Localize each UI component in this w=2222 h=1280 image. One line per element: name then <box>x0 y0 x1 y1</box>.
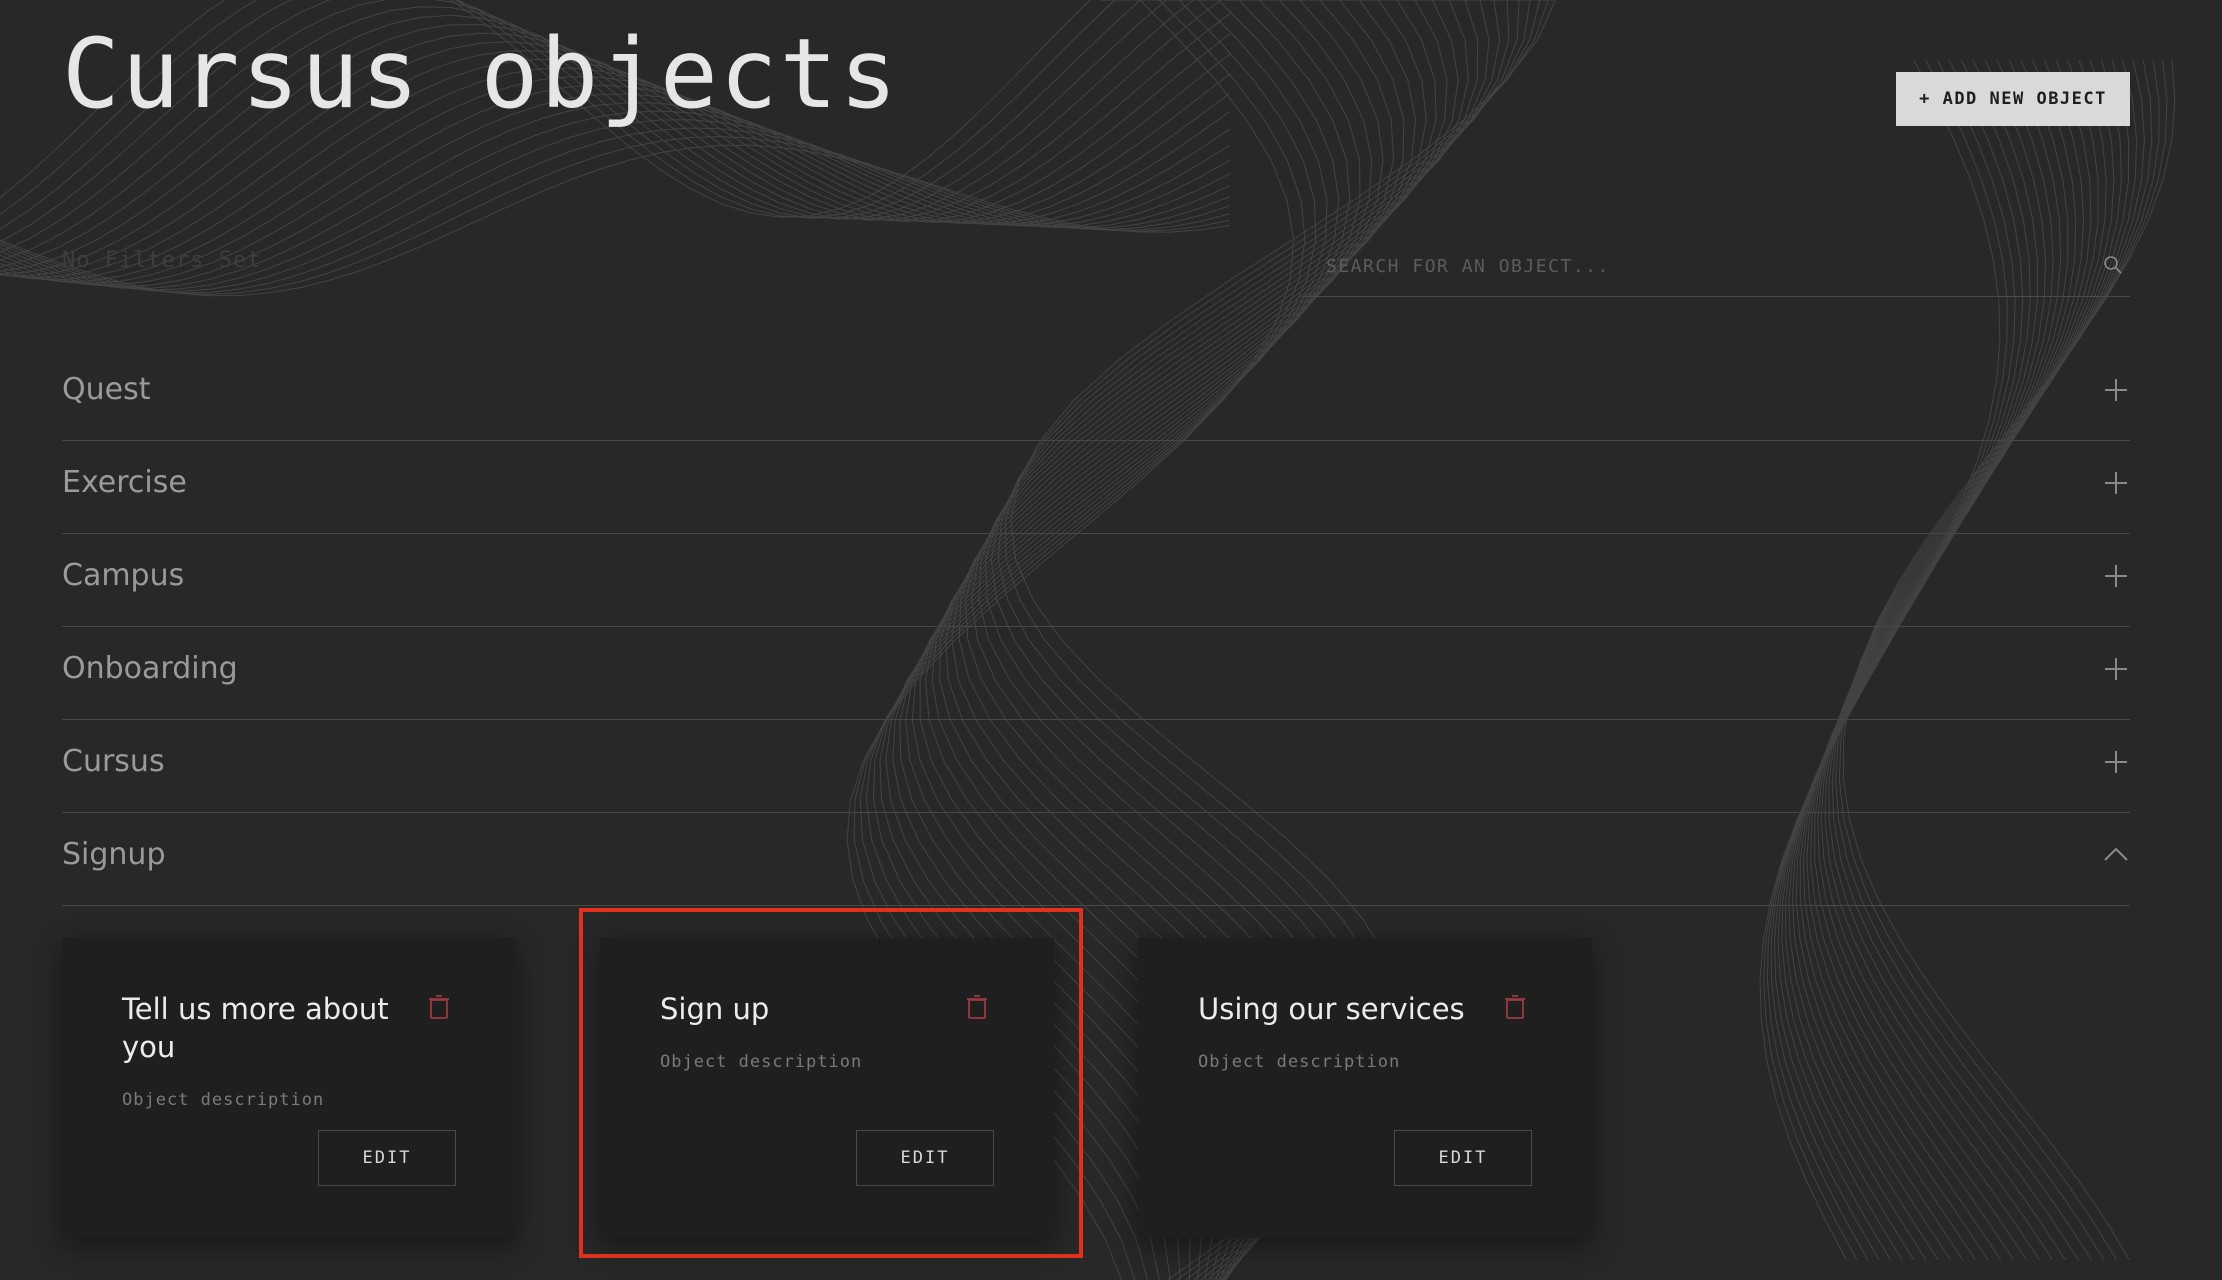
edit-button[interactable]: EDIT <box>318 1130 456 1186</box>
accordion-label: Onboarding <box>62 651 238 686</box>
accordion-item-onboarding[interactable]: Onboarding <box>62 627 2130 720</box>
page-title: Cursus objects <box>62 18 900 130</box>
accordion-label: Signup <box>62 837 166 872</box>
plus-icon[interactable] <box>2102 655 2130 683</box>
plus-icon[interactable] <box>2102 562 2130 590</box>
search-icon[interactable] <box>2102 254 2124 276</box>
trash-icon[interactable] <box>428 994 450 1020</box>
card-title: Using our services <box>1198 992 1465 1026</box>
accordion-label: Quest <box>62 372 151 407</box>
card-title: Tell us more about you <box>122 992 389 1064</box>
plus-icon[interactable] <box>2102 748 2130 776</box>
search-bar <box>1302 236 2130 297</box>
search-input[interactable] <box>1324 250 2048 282</box>
card-description: Object description <box>660 1052 863 1072</box>
accordion-item-campus[interactable]: Campus <box>62 534 2130 627</box>
trash-icon[interactable] <box>966 994 988 1020</box>
object-card: Using our services Object description ED… <box>1138 938 1592 1238</box>
object-card: Tell us more about you Object descriptio… <box>62 938 516 1238</box>
accordion-label: Exercise <box>62 465 187 500</box>
accordion-item-cursus[interactable]: Cursus <box>62 720 2130 813</box>
plus-icon[interactable] <box>2102 376 2130 404</box>
accordion-item-exercise[interactable]: Exercise <box>62 441 2130 534</box>
chevron-up-icon[interactable] <box>2102 841 2130 869</box>
card-title: Sign up <box>660 992 770 1026</box>
trash-icon[interactable] <box>1504 994 1526 1020</box>
object-categories-accordion: Quest Exercise Campus Onboarding Cursus … <box>62 348 2130 906</box>
object-card: Sign up Object description EDIT <box>600 938 1054 1238</box>
accordion-item-quest[interactable]: Quest <box>62 348 2130 441</box>
edit-button[interactable]: EDIT <box>856 1130 994 1186</box>
add-new-object-button[interactable]: + ADD NEW OBJECT <box>1896 72 2130 126</box>
filters-status: No Filters Set <box>62 248 262 273</box>
card-description: Object description <box>1198 1052 1401 1072</box>
accordion-label: Cursus <box>62 744 165 779</box>
signup-object-cards: Tell us more about you Object descriptio… <box>62 938 1622 1238</box>
edit-button[interactable]: EDIT <box>1394 1130 1532 1186</box>
accordion-label: Campus <box>62 558 185 593</box>
card-description: Object description <box>122 1090 325 1110</box>
accordion-item-signup[interactable]: Signup <box>62 813 2130 906</box>
plus-icon[interactable] <box>2102 469 2130 497</box>
